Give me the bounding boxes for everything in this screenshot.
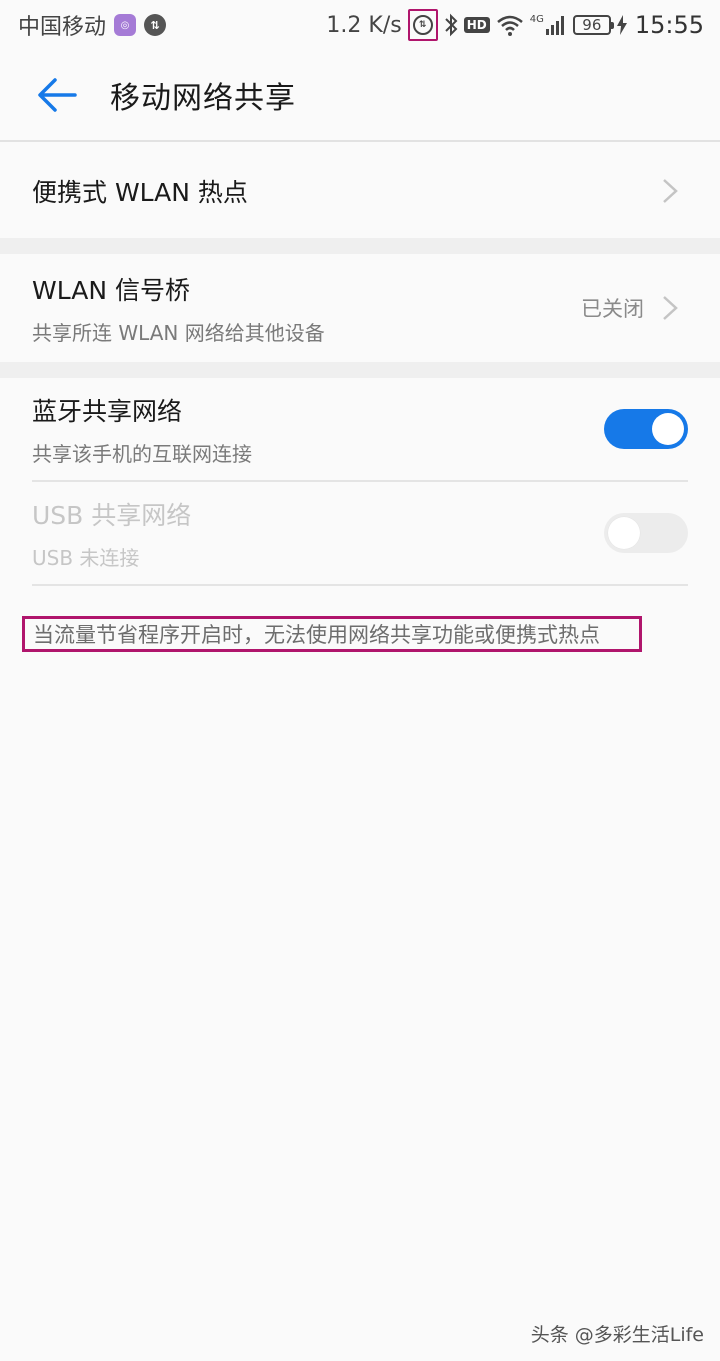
bluetooth-tethering-item[interactable]: 蓝牙共享网络 共享该手机的互联网连接: [0, 378, 720, 480]
data-saver-note-text: 当流量节省程序开启时，无法使用网络共享功能或便携式热点: [33, 623, 600, 647]
wlan-bridge-title: WLAN 信号桥: [32, 275, 190, 305]
chevron-right-icon: [663, 179, 678, 203]
back-arrow-icon: [38, 78, 77, 112]
data-saver-note: 当流量节省程序开启时，无法使用网络共享功能或便携式热点: [22, 616, 642, 652]
back-button[interactable]: [32, 70, 82, 120]
bluetooth-tethering-title: 蓝牙共享网络: [32, 396, 183, 426]
network-speed: 1.2 K/s: [326, 12, 402, 38]
wlan-bridge-status: 已关闭: [581, 297, 644, 321]
usb-tethering-toggle: [604, 513, 688, 553]
hd-icon: HD: [463, 17, 490, 33]
watermark: 头条 @多彩生活Life: [530, 1324, 704, 1346]
usb-tethering-title: USB 共享网络: [32, 500, 192, 530]
usb-tethering-item: USB 共享网络 USB 未连接: [0, 482, 720, 584]
status-bar: 中国移动 ◎ ⇅ 1.2 K/s ⇅ HD 4G 96 15:55: [0, 0, 720, 50]
data-transfer-icon: ⇅: [144, 14, 167, 36]
wlan-hotspot-title: 便携式 WLAN 热点: [32, 178, 248, 207]
usb-tethering-subtitle: USB 未连接: [32, 545, 140, 570]
data-saver-icon: ⇅: [407, 9, 438, 41]
divider: [32, 584, 688, 586]
section-gap: [0, 362, 720, 378]
wifi-icon: [496, 14, 524, 36]
toggle-knob: [608, 517, 640, 549]
app-notification-icon: ◎: [114, 14, 137, 36]
wlan-bridge-subtitle: 共享所连 WLAN 网络给其他设备: [32, 320, 325, 345]
toggle-knob: [652, 413, 684, 445]
clock: 15:55: [634, 11, 704, 39]
bluetooth-icon: [444, 13, 458, 37]
battery-icon: 96: [572, 15, 614, 35]
cellular-signal-icon: 4G: [530, 14, 567, 36]
bluetooth-tethering-subtitle: 共享该手机的互联网连接: [32, 441, 252, 466]
battery-level: 96: [582, 16, 602, 34]
carrier-label: 中国移动: [18, 15, 107, 40]
charging-icon: [616, 15, 627, 35]
wlan-bridge-item[interactable]: WLAN 信号桥 共享所连 WLAN 网络给其他设备 已关闭: [0, 254, 720, 362]
bluetooth-tethering-toggle[interactable]: [604, 409, 688, 449]
wlan-hotspot-item[interactable]: 便携式 WLAN 热点: [0, 144, 720, 238]
page-title: 移动网络共享: [110, 81, 296, 116]
network-type-label: 4G: [529, 14, 544, 25]
app-header: 移动网络共享: [0, 50, 720, 142]
section-gap: [0, 238, 720, 254]
chevron-right-icon: [663, 296, 678, 320]
